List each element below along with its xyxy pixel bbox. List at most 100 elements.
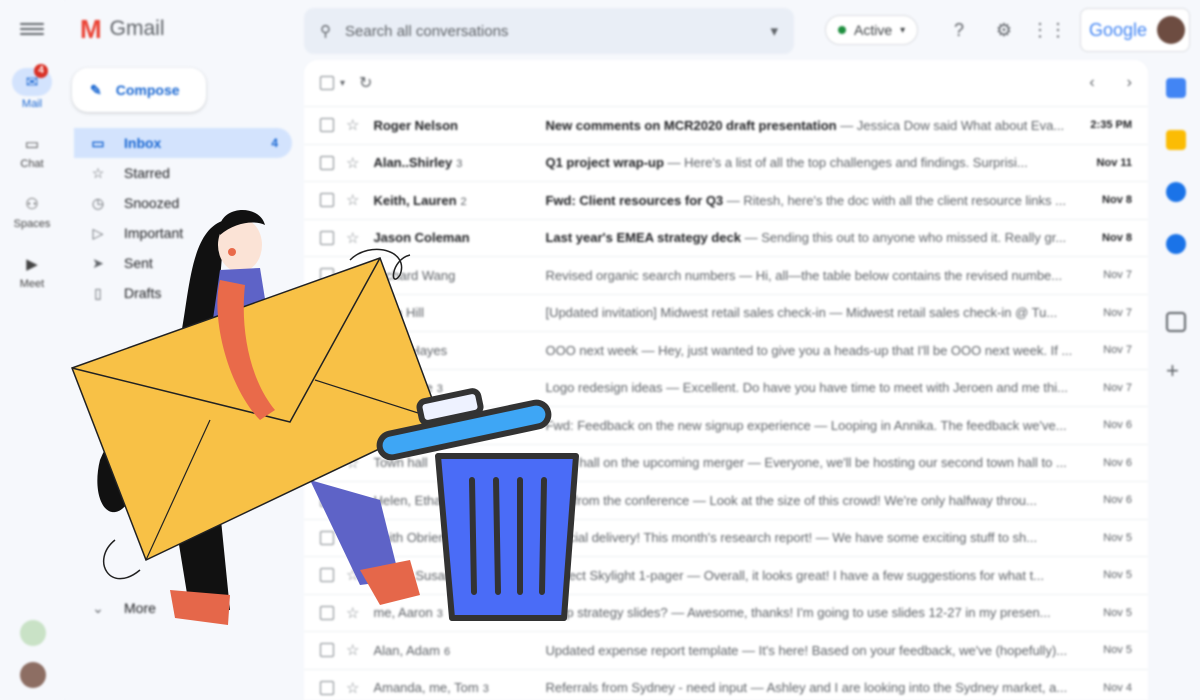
help-icon[interactable]: ? xyxy=(947,18,971,42)
pencil-icon: ✎ xyxy=(90,81,102,98)
nav-count: 4 xyxy=(271,136,278,150)
email-row[interactable]: ☆ Amanda, me, Tom 3 Referrals from Sydney -… xyxy=(304,668,1148,700)
rail-item-meet[interactable]: ▶ Meet xyxy=(0,252,64,290)
email-row[interactable]: ☆ Alan..Shirley 3 Q1 project wrap-up — Here… xyxy=(304,143,1148,182)
star-icon[interactable]: ☆ xyxy=(346,116,359,134)
email-sender: Alan..Shirley 3 xyxy=(373,155,545,170)
gear-icon[interactable]: ⚙ xyxy=(992,18,1016,42)
select-all-checkbox[interactable] xyxy=(320,76,334,90)
email-date: Nov 6 xyxy=(1103,419,1132,432)
star-icon[interactable]: ☆ xyxy=(346,641,359,659)
sender-name: Alan..Shirley xyxy=(373,155,453,171)
email-snippet: — It's here! Based on your feedback, we'… xyxy=(738,642,1068,658)
thread-count: 3 xyxy=(482,683,489,696)
app-rail: ✉ 4 Mail ▭ Chat ⚇ Spaces ▶ Meet xyxy=(0,0,64,700)
row-checkbox[interactable] xyxy=(320,155,334,170)
email-preview: Corp strategy slides? — Awesome, thanks!… xyxy=(545,605,1085,620)
email-sender: Roger Nelson xyxy=(373,118,545,133)
email-date: Nov 7 xyxy=(1103,381,1132,394)
rail-item-spaces[interactable]: ⚇ Spaces xyxy=(0,192,64,230)
email-preview: [Updated invitation] Midwest retail sale… xyxy=(545,305,1085,320)
chevron-down-icon: ▾ xyxy=(900,24,906,36)
nav-label: Inbox xyxy=(124,135,162,151)
email-date: Nov 8 xyxy=(1102,231,1132,244)
email-subject: Q1 project wrap-up xyxy=(545,155,664,171)
addons-icon[interactable] xyxy=(1166,312,1186,332)
nav-item-inbox[interactable]: ▭ Inbox 4 xyxy=(74,128,292,158)
email-snippet: — Midwest retail sales check-in @ Tu... xyxy=(825,305,1058,321)
email-date: Nov 7 xyxy=(1103,344,1132,357)
email-snippet: — Jessica Dow said What about Eva... xyxy=(836,117,1065,133)
email-date: Nov 8 xyxy=(1102,194,1132,207)
email-snippet: — Ritesh, here's the doc with all the cl… xyxy=(723,192,1066,208)
thread-count: 3 xyxy=(456,158,463,171)
status-selector[interactable]: Active ▾ xyxy=(825,15,919,45)
row-checkbox[interactable] xyxy=(320,643,334,658)
email-snippet: — Everyone, we'll be hosting our second … xyxy=(744,455,1067,471)
side-panel-rail: + xyxy=(1152,60,1200,700)
search-bar[interactable]: ⚲ Search all conversations ▾ xyxy=(304,8,794,54)
search-icon[interactable]: ⚲ xyxy=(320,22,331,40)
row-checkbox[interactable] xyxy=(320,118,334,133)
rail-item-chat[interactable]: ▭ Chat xyxy=(0,132,64,170)
row-checkbox[interactable] xyxy=(320,680,334,695)
status-avatar[interactable] xyxy=(20,620,46,646)
email-row[interactable]: ☆ Roger Nelson New comments on MCR2020 dra… xyxy=(304,106,1148,144)
email-preview: Q1 project wrap-up — Here's a list of al… xyxy=(545,155,1085,170)
email-snippet: — Hi, all—the table below contains the r… xyxy=(735,267,1063,283)
gmail-logo[interactable]: M Gmail xyxy=(80,16,165,42)
compose-button[interactable]: ✎ Compose xyxy=(72,68,206,112)
profile-avatar[interactable] xyxy=(20,662,46,688)
add-addon-icon[interactable]: + xyxy=(1166,358,1179,384)
email-preview: Updated expense report template — It's h… xyxy=(545,643,1085,658)
thread-count: 6 xyxy=(443,645,451,658)
apps-grid-icon[interactable]: ⋮⋮ xyxy=(1031,18,1067,42)
email-preview: Referrals from Sydney - need input — Ash… xyxy=(545,680,1085,695)
main-menu-icon[interactable] xyxy=(20,20,44,40)
email-date: Nov 4 xyxy=(1103,681,1132,694)
star-icon: ☆ xyxy=(91,164,105,181)
star-icon[interactable]: ☆ xyxy=(346,679,359,697)
email-preview: New comments on MCR2020 draft presentati… xyxy=(545,118,1085,133)
email-date: Nov 6 xyxy=(1103,494,1132,507)
email-sender: Amanda, me, Tom 3 xyxy=(373,680,545,695)
google-wordmark: Google xyxy=(1089,19,1148,40)
rail-item-mail[interactable]: ✉ 4 Mail xyxy=(0,64,64,110)
meet-icon: ▶ xyxy=(26,256,38,273)
inbox-icon: ▭ xyxy=(91,134,105,151)
email-snippet: — Ashley and I are looking into the Sydn… xyxy=(747,680,1068,696)
email-preview: Fwd: Feedback on the new signup experien… xyxy=(545,418,1085,433)
search-options-icon[interactable]: ▾ xyxy=(770,22,778,40)
search-input[interactable]: Search all conversations xyxy=(345,23,756,40)
contacts-icon[interactable] xyxy=(1166,234,1186,254)
email-date: Nov 5 xyxy=(1103,569,1132,582)
email-date: Nov 7 xyxy=(1103,269,1132,282)
prev-page-icon[interactable]: ‹ xyxy=(1089,74,1094,92)
calendar-icon[interactable] xyxy=(1166,78,1186,98)
app-name: Gmail xyxy=(109,17,165,40)
rail-label: Mail xyxy=(21,98,43,110)
nav-label: Starred xyxy=(124,165,170,181)
status-label: Active xyxy=(854,22,893,38)
nav-item-starred[interactable]: ☆ Starred xyxy=(74,158,292,188)
account-chip[interactable]: Google xyxy=(1080,8,1190,52)
email-snippet: — Excellent. Do have you have time to me… xyxy=(662,380,1068,396)
account-avatar[interactable] xyxy=(1157,16,1186,44)
gmail-m-icon: M xyxy=(80,14,102,44)
email-preview: Special delivery! This month's research … xyxy=(545,530,1085,545)
select-dropdown-icon[interactable]: ▾ xyxy=(340,78,345,89)
keep-icon[interactable] xyxy=(1166,130,1186,150)
star-icon[interactable]: ☆ xyxy=(346,154,359,172)
refresh-icon[interactable]: ↻ xyxy=(359,73,372,93)
email-preview: OOO next week — Hey, just wanted to give… xyxy=(545,343,1085,358)
tasks-icon[interactable] xyxy=(1166,182,1186,202)
email-preview: Fwd: Client resources for Q3 — Ritesh, h… xyxy=(545,193,1085,208)
email-date: Nov 5 xyxy=(1103,531,1132,544)
email-sender: Alan, Adam 6 xyxy=(373,643,545,658)
next-page-icon[interactable]: › xyxy=(1127,74,1132,92)
email-snippet: — Looping in Annika. The feedback we've.… xyxy=(810,417,1067,433)
email-snippet: — Here's a list of all the top challenge… xyxy=(663,155,1028,171)
email-snippet: — Look at the size of this crowd! We're … xyxy=(689,492,1037,508)
sender-name: Roger Nelson xyxy=(373,117,458,133)
mail-badge: 4 xyxy=(34,64,48,78)
